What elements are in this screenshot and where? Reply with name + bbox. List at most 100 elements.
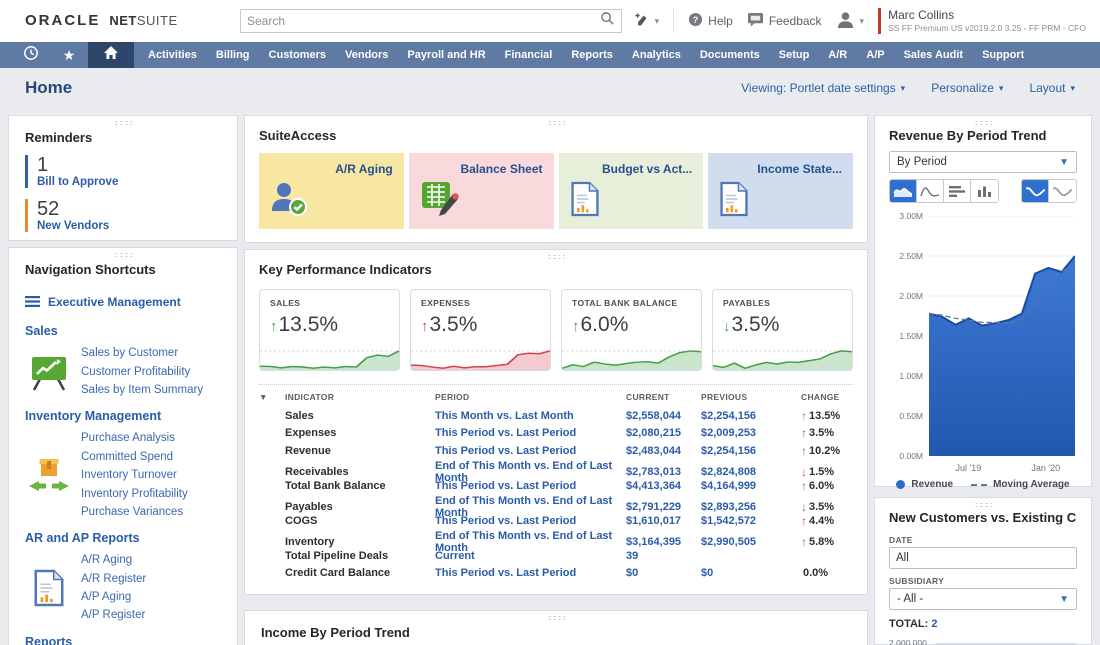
period-link[interactable]: This Period vs. Last Period xyxy=(435,515,626,527)
period-dropdown[interactable]: By Period ▼ xyxy=(889,151,1077,173)
shortcut-link[interactable]: Sales by Item Summary xyxy=(81,381,221,399)
previous-value[interactable]: $2,893,256 xyxy=(701,501,801,513)
current-value[interactable]: $3,164,395 xyxy=(626,536,701,548)
tile-label[interactable]: Budget vs Act... xyxy=(602,162,692,176)
home-icon[interactable] xyxy=(103,45,119,65)
kpi-card-expenses[interactable]: EXPENSES ↑ 3.5% xyxy=(410,289,551,371)
current-value[interactable]: $2,080,215 xyxy=(626,427,701,439)
suiteaccess-tile-ar-aging[interactable]: A/R Aging xyxy=(259,153,404,229)
shortcut-link[interactable]: A/R Register xyxy=(81,570,221,588)
plot-area[interactable]: Jul '19 Jan '20 xyxy=(929,216,1075,456)
reminder-link[interactable]: Bill to Approve xyxy=(37,176,221,188)
current-value[interactable]: $0 xyxy=(626,567,701,579)
total-value[interactable]: 2 xyxy=(931,618,937,630)
period-link[interactable]: This Period vs. Last Period xyxy=(435,445,626,457)
star-icon[interactable]: ★ xyxy=(63,48,76,62)
chevron-down-icon[interactable]: ▾ xyxy=(999,83,1004,94)
previous-value[interactable]: $1,542,572 xyxy=(701,515,801,527)
shortcut-section-ar-ap[interactable]: AR and AP Reports xyxy=(25,531,221,545)
previous-value[interactable]: $2,990,505 xyxy=(701,536,801,548)
tile-label[interactable]: A/R Aging xyxy=(335,162,393,176)
tile-label[interactable]: Balance Sheet xyxy=(460,162,542,176)
viewing-settings-label[interactable]: Viewing: Portlet date settings xyxy=(741,81,896,95)
subsidiary-dropdown[interactable]: - All - ▼ xyxy=(889,588,1077,610)
previous-value[interactable]: $2,254,156 xyxy=(701,410,801,422)
period-dropdown-value[interactable]: By Period xyxy=(897,156,947,168)
layout-label[interactable]: Layout xyxy=(1029,81,1065,95)
tile-label[interactable]: Income State... xyxy=(757,162,842,176)
shortcut-link[interactable]: A/P Register xyxy=(81,606,221,624)
create-new-menu[interactable]: ▾ xyxy=(634,12,660,31)
shortcut-link[interactable]: A/R Aging xyxy=(81,551,221,569)
nav-item-vendors[interactable]: Vendors xyxy=(345,49,388,61)
nav-item-ap[interactable]: A/P xyxy=(866,49,884,61)
current-value[interactable]: $2,791,229 xyxy=(626,501,701,513)
drag-handle[interactable] xyxy=(547,120,565,126)
reminder-item[interactable]: 1 Bill to Approve xyxy=(25,155,221,188)
nav-item-documents[interactable]: Documents xyxy=(700,49,760,61)
shortcut-link[interactable]: Inventory Profitability xyxy=(81,485,221,503)
nav-item-setup[interactable]: Setup xyxy=(779,49,810,61)
current-value[interactable]: $2,483,044 xyxy=(626,445,701,457)
chevron-down-icon[interactable]: ▾ xyxy=(1070,83,1075,94)
nav-item-ar[interactable]: A/R xyxy=(828,49,847,61)
suiteaccess-tile-budget-vs-actual[interactable]: Budget vs Act... xyxy=(559,153,704,229)
shortcut-link[interactable]: Sales by Customer xyxy=(81,344,221,362)
filter-icon[interactable]: ▼ xyxy=(259,392,285,402)
create-new-icon[interactable] xyxy=(634,12,650,31)
column-chart-button[interactable] xyxy=(971,180,998,202)
previous-value[interactable]: $2,009,253 xyxy=(701,427,801,439)
shortcuts-button[interactable]: ★ xyxy=(50,42,88,68)
area-chart-button[interactable] xyxy=(890,180,917,202)
legend-revenue[interactable]: Revenue xyxy=(896,479,953,490)
current-value[interactable]: 39 xyxy=(626,550,701,562)
home-tab[interactable] xyxy=(88,42,134,68)
chevron-down-icon[interactable]: ▾ xyxy=(901,83,906,94)
previous-value[interactable]: $2,824,808 xyxy=(701,466,801,478)
feedback-icon[interactable] xyxy=(747,12,764,30)
nav-item-analytics[interactable]: Analytics xyxy=(632,49,681,61)
personalize-menu[interactable]: Personalize ▾ xyxy=(931,81,1003,95)
nav-item-support[interactable]: Support xyxy=(982,49,1024,61)
kpi-card-payables[interactable]: PAYABLES ↓ 3.5% xyxy=(712,289,853,371)
shortcut-link[interactable]: Inventory Turnover xyxy=(81,466,221,484)
suiteaccess-tile-income-statement[interactable]: Income State... xyxy=(708,153,853,229)
user-menu[interactable]: ▾ xyxy=(836,10,865,32)
nav-item-activities[interactable]: Activities xyxy=(148,49,197,61)
suiteaccess-tile-balance-sheet[interactable]: Balance Sheet xyxy=(409,153,554,229)
horizontal-bars-button[interactable] xyxy=(944,180,971,202)
drag-handle[interactable] xyxy=(114,120,132,126)
search-icon[interactable] xyxy=(600,11,615,31)
nav-item-financial[interactable]: Financial xyxy=(505,49,553,61)
user-name[interactable]: Marc Collins xyxy=(888,8,1086,23)
line-chart-button[interactable] xyxy=(917,180,944,202)
chevron-down-icon[interactable]: ▾ xyxy=(655,16,660,27)
period-link[interactable]: This Period vs. Last Period xyxy=(435,567,626,579)
previous-value[interactable]: $2,254,156 xyxy=(701,445,801,457)
nav-item-sales-audit[interactable]: Sales Audit xyxy=(904,49,964,61)
previous-value[interactable]: $4,164,999 xyxy=(701,480,801,492)
search-input[interactable] xyxy=(247,14,600,28)
period-link[interactable]: This Period vs. Last Period xyxy=(435,427,626,439)
viewing-settings-menu[interactable]: Viewing: Portlet date settings ▾ xyxy=(741,81,905,95)
trend-off-button[interactable] xyxy=(1049,180,1076,202)
clock-icon[interactable] xyxy=(23,45,39,66)
user-info[interactable]: Marc Collins SS FF Premium US v2019.2.0 … xyxy=(878,8,1086,34)
shortcut-link[interactable]: Purchase Variances xyxy=(81,503,221,521)
nav-item-billing[interactable]: Billing xyxy=(216,49,250,61)
feedback-button[interactable]: Feedback xyxy=(747,12,822,30)
trend-on-button[interactable] xyxy=(1022,180,1049,202)
help-label[interactable]: Help xyxy=(708,14,733,28)
reminder-link[interactable]: New Vendors xyxy=(37,220,221,232)
shortcut-link[interactable]: A/P Aging xyxy=(81,588,221,606)
shortcut-link-executive-management[interactable]: Executive Management xyxy=(48,293,181,312)
drag-handle[interactable] xyxy=(547,615,565,621)
drag-handle[interactable] xyxy=(547,254,565,260)
period-link[interactable]: This Month vs. Last Month xyxy=(435,410,626,422)
help-button[interactable]: ? Help xyxy=(688,12,733,30)
current-value[interactable]: $2,558,044 xyxy=(626,410,701,422)
current-value[interactable]: $2,783,013 xyxy=(626,466,701,478)
drag-handle[interactable] xyxy=(114,252,132,258)
date-input[interactable] xyxy=(889,547,1077,569)
shortcut-link[interactable]: Customer Profitability xyxy=(81,363,221,381)
